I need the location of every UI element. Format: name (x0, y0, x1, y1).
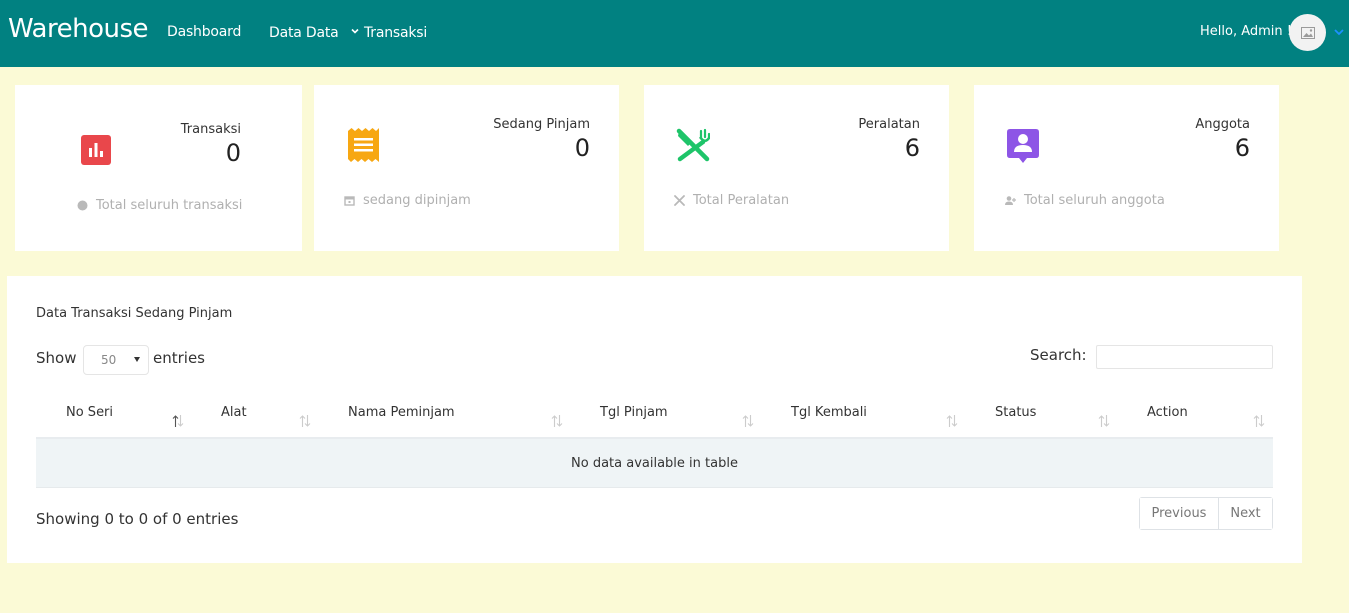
contact-icon (1007, 129, 1039, 163)
info-circle-icon (77, 200, 88, 211)
sort-asc-icon[interactable] (172, 414, 184, 428)
stat-value: 0 (574, 134, 590, 162)
entries-length-select[interactable]: 50 (83, 345, 149, 375)
stat-card-peralatan: Peralatan 6 Total Peralatan (644, 85, 949, 251)
chevron-down-icon[interactable] (1333, 27, 1345, 37)
sort-icon[interactable] (299, 414, 311, 428)
sort-icon[interactable] (1253, 414, 1265, 428)
col-header-no-seri[interactable]: No Seri (66, 405, 113, 420)
sort-icon[interactable] (946, 414, 958, 428)
stat-footer-text: Total seluruh anggota (1024, 193, 1165, 208)
col-header-alat[interactable]: Alat (221, 405, 247, 420)
col-header-status[interactable]: Status (995, 405, 1036, 420)
stat-card-sedang-pinjam: Sedang Pinjam 0 sedang dipinjam (314, 85, 619, 251)
transaction-table-panel: Data Transaksi Sedang Pinjam Show 50 ent… (7, 276, 1302, 563)
user-add-icon (1005, 196, 1016, 205)
avatar[interactable] (1289, 14, 1326, 51)
stat-footer: sedang dipinjam (344, 193, 471, 208)
stat-footer-text: Total Peralatan (693, 193, 790, 208)
stat-title: Peralatan (858, 117, 920, 132)
col-header-tgl-kembali[interactable]: Tgl Kembali (791, 405, 867, 420)
stat-footer-text: sedang dipinjam (363, 193, 471, 208)
receipt-icon (348, 128, 379, 162)
panel-title: Data Transaksi Sedang Pinjam (36, 306, 233, 321)
pagination: Previous Next (1139, 497, 1273, 530)
search-input[interactable] (1096, 345, 1273, 369)
search-label: Search: (1030, 346, 1087, 364)
top-navbar: Warehouse Dashboard Data Data Transaksi … (0, 0, 1349, 67)
image-placeholder-icon (1300, 26, 1315, 39)
table-row: No data available in table (36, 439, 1273, 488)
table-info: Showing 0 to 0 of 0 entries (36, 510, 239, 528)
stat-title: Sedang Pinjam (493, 117, 590, 132)
col-header-nama-peminjam[interactable]: Nama Peminjam (348, 405, 455, 420)
empty-table-message: No data available in table (571, 456, 738, 471)
nav-data-data[interactable]: Data Data (269, 25, 339, 41)
show-label: Show (36, 349, 77, 367)
col-header-tgl-pinjam[interactable]: Tgl Pinjam (600, 405, 668, 420)
nav-dashboard[interactable]: Dashboard (167, 24, 241, 40)
previous-button[interactable]: Previous (1140, 498, 1219, 529)
user-greeting: Hello, Admin ! (1200, 24, 1292, 39)
next-button[interactable]: Next (1219, 498, 1272, 529)
calendar-icon (344, 196, 355, 206)
fork-knife-icon (676, 128, 710, 162)
chevron-down-icon[interactable] (350, 26, 360, 36)
tools-icon (674, 195, 685, 206)
stat-value: 0 (225, 139, 241, 167)
nav-transaksi[interactable]: Transaksi (364, 25, 427, 41)
sort-icon[interactable] (1098, 414, 1110, 428)
sort-icon[interactable] (551, 414, 563, 428)
entries-label: entries (153, 349, 205, 367)
sort-icon[interactable] (742, 414, 754, 428)
stat-value: 6 (904, 134, 920, 162)
stat-footer: Total seluruh anggota (1004, 193, 1165, 208)
stat-title: Transaksi (180, 122, 241, 137)
stat-card-transaksi: Transaksi 0 Total seluruh transaksi (15, 85, 302, 251)
stat-value: 6 (1234, 134, 1250, 162)
brand-logo[interactable]: Warehouse (8, 14, 149, 44)
stat-footer: Total seluruh transaksi (77, 198, 242, 213)
stat-footer-text: Total seluruh transaksi (96, 198, 243, 213)
stat-title: Anggota (1195, 117, 1250, 132)
stat-card-anggota: Anggota 6 Total seluruh anggota (974, 85, 1279, 251)
bar-chart-icon (81, 135, 111, 165)
stat-footer: Total Peralatan (674, 193, 789, 208)
select-caret-icon (134, 357, 140, 362)
length-value: 50 (101, 353, 117, 367)
col-header-action[interactable]: Action (1147, 405, 1188, 420)
